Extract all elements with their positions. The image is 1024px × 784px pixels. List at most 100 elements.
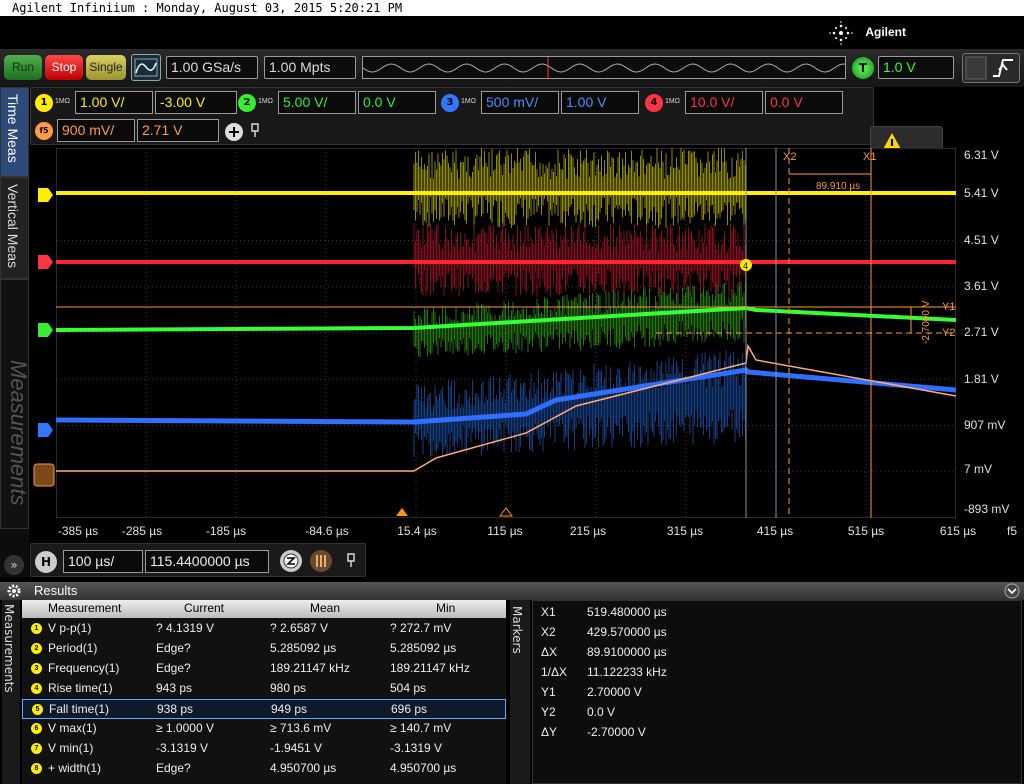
marker-value: -2.70000 V bbox=[587, 725, 646, 739]
time-axis-label: -84.6 µs bbox=[305, 524, 349, 538]
channel-2-impedance: 1MΩ bbox=[258, 98, 273, 105]
trigger-icon[interactable]: T bbox=[852, 57, 874, 79]
measurement-min: -3.1319 V bbox=[390, 741, 443, 755]
time-axis-function-label: f5 bbox=[1006, 524, 1018, 538]
channel-1-scale[interactable]: 1.00 V/ bbox=[75, 91, 153, 114]
channel-1-badge[interactable]: 1 bbox=[35, 94, 53, 112]
function-5-badge[interactable]: f5 bbox=[35, 122, 53, 140]
tab-measurements-disabled[interactable]: Measurements bbox=[0, 279, 31, 529]
channel-4-offset[interactable]: 0.0 V bbox=[765, 91, 843, 114]
channel-4-scale[interactable]: 10.0 V/ bbox=[685, 91, 763, 114]
channel-3-badge[interactable]: 3 bbox=[441, 94, 459, 112]
table-row[interactable]: 5 Fall time(1) 938 ps 949 ps 696 ps bbox=[22, 699, 506, 719]
table-row[interactable]: 1 V p-p(1) ? 4.1319 V ? 2.6587 V ? 272.7 mV bbox=[22, 619, 506, 639]
horizontal-pin-icon[interactable] bbox=[345, 552, 357, 568]
measurement-current: 943 ps bbox=[156, 681, 193, 695]
col-measurement[interactable]: Measurement bbox=[48, 601, 121, 615]
measurement-current: ≥ 1.0000 V bbox=[156, 721, 214, 735]
channel-2-offset[interactable]: 0.0 V bbox=[358, 91, 436, 114]
horizontal-settings-bar: H 100 µs/ 115.4400000 µs bbox=[30, 543, 366, 577]
channel-4-badge[interactable]: 4 bbox=[645, 94, 663, 112]
horizontal-icon[interactable]: H bbox=[35, 551, 57, 573]
collapse-results-icon[interactable] bbox=[1004, 583, 1020, 599]
table-row[interactable]: 7 V min(1) -3.1319 V -1.9451 V -3.1319 V bbox=[22, 739, 506, 759]
markers-panel: X1 519.480000 µs X2 429.570000 µs ΔX 89.91000… bbox=[532, 600, 1022, 784]
measurement-name: Period(1) bbox=[48, 641, 98, 655]
col-mean[interactable]: Mean bbox=[310, 601, 340, 615]
measurement-mean: 980 ps bbox=[270, 681, 307, 695]
run-button[interactable]: Run bbox=[4, 55, 42, 80]
tab-markers[interactable]: Markers bbox=[510, 600, 530, 784]
brand-bar: Agilent bbox=[0, 16, 1024, 49]
acquisition-toolbar: Run Stop Single 1.00 GSa/s 1.00 Mpts T 1… bbox=[0, 49, 1024, 87]
table-row[interactable]: 2 Period(1) Edge? 5.285092 µs 5.285092 µs bbox=[22, 639, 506, 659]
window-title: Agilent Infiniium : Monday, August 03, 2… bbox=[0, 0, 1024, 16]
table-row[interactable]: 6 V max(1) ≥ 1.0000 V ≥ 713.6 mV ≥ 140.7 mV bbox=[22, 719, 506, 739]
function-5-scale[interactable]: 900 mV/ bbox=[57, 119, 135, 142]
channel-2-scale[interactable]: 5.00 V/ bbox=[278, 91, 356, 114]
function-5-offset[interactable]: 2.71 V bbox=[137, 119, 219, 142]
col-current[interactable]: Current bbox=[184, 601, 224, 615]
stop-button[interactable]: Stop bbox=[45, 55, 83, 80]
add-waveform-icon[interactable] bbox=[224, 122, 244, 142]
time-axis-label: 315 µs bbox=[666, 524, 704, 538]
channel-2-ground-marker[interactable] bbox=[36, 320, 56, 340]
measurement-name: V max(1) bbox=[48, 721, 97, 735]
memory-depth-field[interactable]: 1.00 Mpts bbox=[264, 56, 356, 79]
tab-time-meas[interactable]: Time Meas bbox=[0, 87, 29, 177]
table-row[interactable]: 3 Frequency(1) Edge? 189.21147 kHz 189.21147… bbox=[22, 659, 506, 679]
right-axis-label: 3.61 V bbox=[964, 279, 999, 293]
measurements-table: Measurement Current Mean Min 1 V p-p(1) ? … bbox=[22, 600, 506, 784]
channel-3-offset[interactable]: 1.00 V bbox=[561, 91, 639, 114]
right-axis-label: 4.51 V bbox=[964, 233, 999, 247]
tab-vertical-meas[interactable]: Vertical Meas bbox=[0, 177, 29, 279]
zoom-icon[interactable] bbox=[279, 549, 303, 573]
marker-label: Y1 bbox=[541, 685, 556, 699]
waveform-display[interactable]: X2 X1 89.910 µs Y1 Y2 -2.7000 V 4 bbox=[55, 147, 957, 519]
channel-2-badge[interactable]: 2 bbox=[238, 94, 256, 112]
tab-measurements-results[interactable]: Measurements bbox=[2, 600, 20, 784]
trigger-mode-button[interactable] bbox=[962, 53, 1020, 83]
measurement-mean: 189.21147 kHz bbox=[270, 661, 350, 675]
channel-settings-bar: 1 1MΩ 1.00 V/ -3.00 V 2 1MΩ 5.00 V/ 0.0 … bbox=[30, 87, 874, 145]
right-axis-label: 7 mV bbox=[964, 462, 993, 476]
expand-tabs-icon[interactable]: » bbox=[4, 555, 24, 575]
channel-1-offset[interactable]: -3.00 V bbox=[155, 91, 237, 114]
measurement-name: Rise time(1) bbox=[48, 681, 113, 695]
brand-logo-text: Agilent bbox=[865, 25, 906, 39]
horizontal-scale-field[interactable]: 100 µs/ bbox=[63, 550, 143, 573]
right-axis-label: 2.71 V bbox=[964, 325, 999, 339]
channel-4-impedance: 1MΩ bbox=[665, 98, 680, 105]
pin-icon[interactable] bbox=[249, 122, 261, 138]
acquisition-overview-strip[interactable] bbox=[362, 56, 846, 79]
channel-3-scale[interactable]: 500 mV/ bbox=[481, 91, 559, 114]
measurement-min: 189.21147 kHz bbox=[390, 661, 470, 675]
marker-label: X2 bbox=[541, 625, 556, 639]
trigger-level-field[interactable]: 1.0 V bbox=[878, 56, 954, 79]
results-title: Results bbox=[34, 583, 78, 598]
marker-label: Y2 bbox=[541, 705, 556, 719]
marker-label: ΔX bbox=[541, 645, 558, 659]
measurements-table-header: Measurement Current Mean Min bbox=[22, 600, 506, 618]
function-5-ground-marker[interactable] bbox=[32, 462, 56, 488]
sample-rate-field[interactable]: 1.00 GSa/s bbox=[166, 56, 258, 79]
channel-1-burst bbox=[413, 148, 746, 228]
horizontal-position-field[interactable]: 115.4400000 µs bbox=[145, 550, 269, 573]
measurement-current: Edge? bbox=[156, 661, 191, 675]
single-button[interactable]: Single bbox=[86, 55, 126, 80]
col-min[interactable]: Min bbox=[436, 601, 455, 615]
table-row[interactable]: 4 Rise time(1) 943 ps 980 ps 504 ps bbox=[22, 679, 506, 699]
channel-3-ground-marker[interactable] bbox=[36, 420, 56, 440]
channel-1-ground-marker[interactable] bbox=[36, 185, 56, 205]
segment-navigation-icon[interactable] bbox=[309, 549, 333, 573]
side-tabs: Time Meas Vertical Meas Measurements » bbox=[0, 87, 31, 577]
measurement-mean: ≥ 713.6 mV bbox=[270, 721, 332, 735]
measurement-index-badge: 5 bbox=[32, 704, 43, 715]
autoscale-button[interactable] bbox=[131, 54, 161, 81]
gear-icon[interactable] bbox=[6, 583, 22, 599]
measurement-index-badge: 2 bbox=[31, 643, 42, 654]
right-axis-label: 5.41 V bbox=[964, 186, 999, 200]
table-row[interactable]: 8 + width(1) Edge? 4.950700 µs 4.950700 µs bbox=[22, 759, 506, 779]
right-axis-label: 6.31 V bbox=[964, 148, 999, 162]
channel-4-ground-marker[interactable] bbox=[36, 252, 56, 272]
